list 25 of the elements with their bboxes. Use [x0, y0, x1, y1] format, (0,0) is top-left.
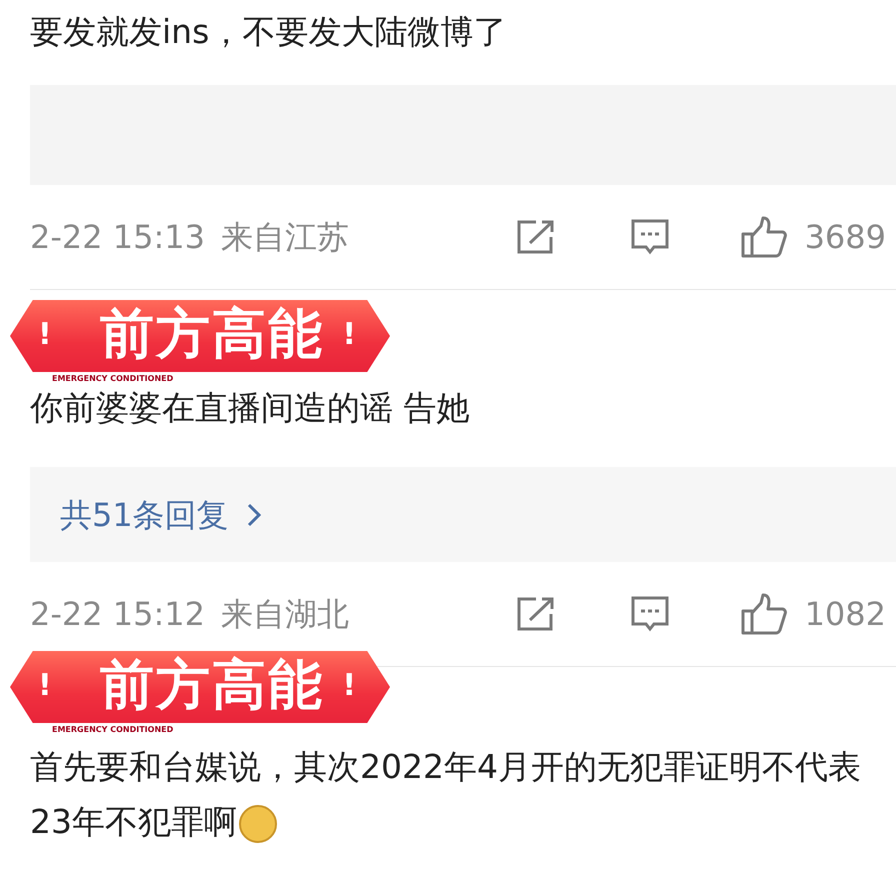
- exclamation-mark: !: [38, 669, 52, 703]
- comment-icon[interactable]: [630, 595, 670, 633]
- like-count: 1082: [804, 594, 886, 635]
- thumbs-up-icon[interactable]: [740, 593, 787, 635]
- comment-icon[interactable]: [630, 218, 670, 256]
- comment-location: 来自江苏: [221, 217, 350, 258]
- comment-location: 来自湖北: [221, 594, 350, 635]
- comment-text: 你前婆婆在直播间造的谣 告她: [30, 387, 470, 429]
- chevron-icon: [246, 502, 261, 526]
- comment-time: 2-22 15:13: [30, 217, 206, 258]
- exclamation-mark: !: [342, 669, 356, 703]
- sticker-caption: EMERGENCY CONDITIONED: [50, 374, 176, 384]
- exclamation-mark: !: [342, 318, 356, 352]
- thumbs-up-icon[interactable]: [740, 216, 787, 258]
- sticker-caption: EMERGENCY CONDITIONED: [50, 725, 176, 735]
- like-count: 3689: [804, 217, 886, 258]
- replies-link[interactable]: 共51条回复: [30, 467, 896, 562]
- share-icon[interactable]: [516, 596, 556, 632]
- sticker-title: 前方高能: [100, 304, 324, 364]
- share-icon[interactable]: [516, 219, 556, 255]
- exclamation-mark: !: [38, 318, 52, 352]
- comment-time: 2-22 15:12: [30, 594, 206, 635]
- comment-text: 首先要和台媒说，其次2022年4月开的无犯罪证明不代表23年不犯罪啊: [30, 746, 862, 845]
- comment-text: 要发就发ins，不要发大陆微博了: [30, 11, 508, 53]
- sticker-title: 前方高能: [100, 655, 324, 715]
